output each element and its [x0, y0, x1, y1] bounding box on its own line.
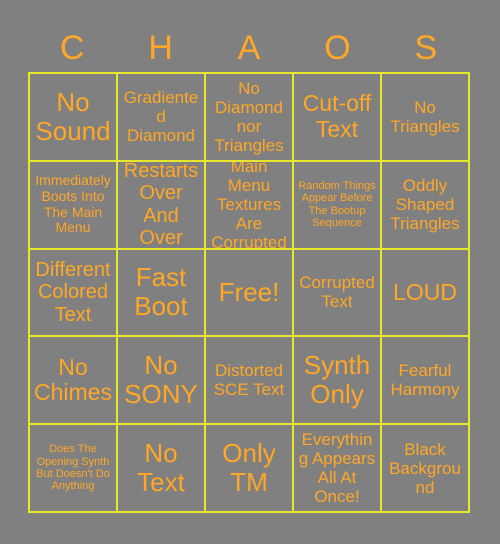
bingo-cell[interactable]: No Text — [118, 425, 206, 513]
header-letter-4: O — [324, 29, 351, 67]
bingo-cell-label: Oddly Shaped Triangles — [390, 176, 460, 234]
bingo-cell-label: Cut-off Text — [302, 90, 372, 142]
bingo-cell[interactable]: Corrupted Text — [294, 249, 382, 338]
bingo-cell[interactable]: Different Colored Text — [30, 249, 118, 338]
bingo-cell-label: LOUD — [393, 278, 457, 305]
bingo-cell-label: Main Menu Textures Are Corrupted — [211, 161, 287, 250]
bingo-cell[interactable]: Fearful Harmony — [382, 337, 470, 426]
bingo-cell[interactable]: Oddly Shaped Triangles — [382, 161, 470, 250]
bingo-cell-label: No Triangles — [390, 97, 460, 136]
bingo-header: C H A O S — [28, 24, 470, 72]
bingo-cell-label: Everything Appears All At Once! — [298, 430, 376, 507]
bingo-cell-label: Black Background — [389, 439, 461, 497]
bingo-cell[interactable]: No Chimes — [30, 337, 118, 426]
bingo-cell[interactable]: LOUD — [382, 249, 470, 338]
bingo-cell[interactable]: Everything Appears All At Once! — [294, 425, 382, 513]
bingo-cell[interactable]: No Sound — [30, 74, 118, 162]
bingo-cell-label: No Chimes — [34, 353, 112, 406]
bingo-cell[interactable]: No Diamond nor Triangles — [206, 74, 294, 162]
bingo-cell[interactable]: Restarts Over And Over — [118, 161, 206, 250]
bingo-cell[interactable]: Distorted SCE Text — [206, 337, 294, 426]
bingo-cell-label: No Text — [137, 437, 185, 498]
bingo-cell[interactable]: Immediately Boots Into The Main Menu — [30, 161, 118, 250]
bingo-cell[interactable]: Fast Boot — [118, 249, 206, 338]
header-letter-3: A — [237, 29, 261, 67]
bingo-cell[interactable]: Random Things Appear Before The Bootup S… — [294, 161, 382, 250]
bingo-cell[interactable]: Gradiented Diamond — [118, 74, 206, 162]
header-letter-1: C — [59, 29, 85, 67]
bingo-cell-label: Corrupted Text — [299, 273, 375, 312]
bingo-cell-label: No SONY — [124, 350, 198, 410]
header-letter-5: S — [414, 29, 438, 67]
bingo-cell-label: Does The Opening Synth But Doesn't Do An… — [36, 443, 110, 493]
bingo-cell-label: Restarts Over And Over — [123, 161, 199, 250]
bingo-cell[interactable]: Synth Only — [294, 337, 382, 426]
bingo-cell[interactable]: No Triangles — [382, 74, 470, 162]
bingo-cell[interactable]: Does The Opening Synth But Doesn't Do An… — [30, 425, 118, 513]
bingo-cell-label: Only TM — [222, 437, 276, 498]
bingo-cell-label: Free! — [218, 276, 280, 307]
bingo-grid: No Sound Gradiented Diamond No Diamond n… — [28, 72, 470, 513]
bingo-cell-label: No Sound — [35, 86, 111, 146]
bingo-cell-free-space[interactable]: Free! — [206, 249, 294, 338]
bingo-cell-label: Distorted SCE Text — [213, 361, 285, 400]
bingo-cell-label: No Diamond nor Triangles — [214, 78, 284, 155]
bingo-cell[interactable]: Only TM — [206, 425, 294, 513]
bingo-cell[interactable]: No SONY — [118, 337, 206, 426]
bingo-cell[interactable]: Main Menu Textures Are Corrupted — [206, 161, 294, 250]
bingo-cell-label: Random Things Appear Before The Bootup S… — [298, 180, 376, 229]
header-letter-2: H — [148, 29, 173, 67]
bingo-cell[interactable]: Black Background — [382, 425, 470, 513]
bingo-cell-label: Gradiented Diamond — [123, 88, 199, 146]
bingo-cell-label: Fearful Harmony — [390, 361, 460, 400]
bingo-cell-label: Different Colored Text — [35, 258, 111, 326]
bingo-cell-label: Immediately Boots Into The Main Menu — [35, 172, 111, 236]
bingo-card: C H A O S No Sound Gradiented Diamond No… — [0, 0, 500, 544]
bingo-cell-label: Fast Boot — [134, 262, 188, 322]
bingo-cell-label: Synth Only — [303, 350, 371, 410]
bingo-cell[interactable]: Cut-off Text — [294, 74, 382, 162]
